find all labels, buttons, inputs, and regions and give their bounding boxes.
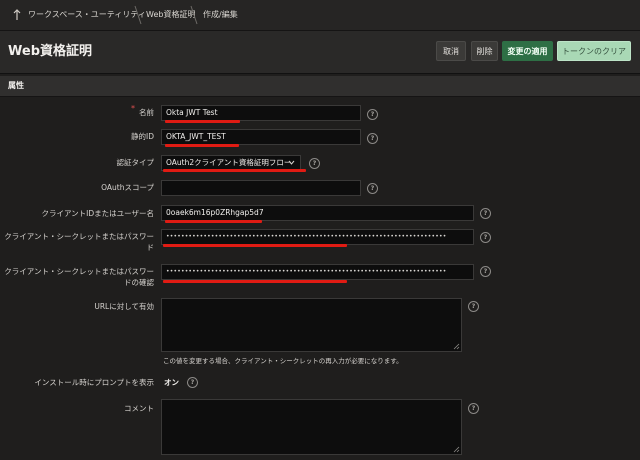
highlight-underline: [163, 280, 347, 283]
help-icon[interactable]: ?: [468, 301, 479, 312]
auth-type-label: 認証タイプ: [116, 158, 155, 167]
auth-type-value: OAuth2クライアント資格証明フロー: [166, 158, 292, 167]
help-icon[interactable]: ?: [480, 208, 491, 219]
help-icon[interactable]: ?: [367, 133, 378, 144]
help-icon[interactable]: ?: [480, 266, 491, 277]
oauth-scope-input[interactable]: [161, 180, 361, 196]
static-id-label: 静的ID: [131, 132, 154, 141]
highlight-underline: [165, 120, 240, 123]
client-secret-confirm-label: クライアント・シークレットまたはパスワードの確認: [4, 267, 154, 287]
prompt-on-install-value[interactable]: オン: [164, 377, 179, 388]
valid-urls-textarea[interactable]: [161, 298, 462, 352]
breadcrumb-create-edit: 作成/編集: [203, 10, 238, 19]
name-input[interactable]: Okta JWT Test: [161, 105, 361, 121]
help-icon[interactable]: ?: [468, 403, 479, 414]
highlight-underline: [165, 144, 239, 147]
client-secret-label: クライアント・シークレットまたはパスワード: [4, 232, 154, 252]
static-id-input[interactable]: OKTA_JWT_TEST: [161, 129, 361, 145]
page-header: Web資格証明 取消 削除 変更の適用 トークンのクリア: [0, 31, 640, 74]
help-icon[interactable]: ?: [367, 183, 378, 194]
page-title: Web資格証明: [8, 44, 92, 59]
cancel-button[interactable]: 取消: [436, 41, 466, 61]
breadcrumb-workspace-utilities[interactable]: ワークスペース・ユーティリティ: [28, 0, 146, 30]
resize-handle-icon[interactable]: [453, 446, 460, 453]
comment-label: コメント: [124, 404, 154, 413]
delete-button[interactable]: 削除: [471, 41, 498, 61]
client-id-input[interactable]: 0oaek6m16p0ZRhgap5d7: [161, 205, 474, 221]
comment-textarea[interactable]: [161, 399, 462, 455]
name-label: 名前: [139, 108, 154, 117]
client-secret-confirm-input[interactable]: ••••••••••••••••••••••••••••••••••••••••…: [161, 264, 474, 280]
client-secret-input[interactable]: ••••••••••••••••••••••••••••••••••••••••…: [161, 229, 474, 245]
client-id-label: クライアントIDまたはユーザー名: [41, 209, 154, 218]
help-icon[interactable]: ?: [309, 158, 320, 169]
valid-urls-note: この値を変更する場合、クライアント・シークレットの再入力が必要になります。: [163, 357, 403, 365]
highlight-underline: [163, 169, 306, 172]
apply-changes-button[interactable]: 変更の適用: [502, 41, 553, 61]
help-icon[interactable]: ?: [187, 377, 198, 388]
valid-urls-label: URLに対して有効: [94, 302, 154, 311]
breadcrumb-separator-icon: [134, 5, 142, 25]
help-icon[interactable]: ?: [480, 232, 491, 243]
attributes-section-header: 属性: [0, 76, 640, 97]
help-icon[interactable]: ?: [367, 109, 378, 120]
prompt-on-install-label: インストール時にプロンプトを表示: [34, 378, 154, 387]
resize-handle-icon[interactable]: [453, 343, 460, 350]
highlight-underline: [165, 220, 262, 223]
chevron-down-icon: [288, 160, 295, 165]
highlight-underline: [163, 244, 347, 247]
breadcrumb: ワークスペース・ユーティリティ Web資格証明 作成/編集: [0, 0, 640, 31]
clear-token-button[interactable]: トークンのクリア: [557, 41, 631, 61]
section-title: 属性: [8, 81, 24, 90]
up-arrow-icon[interactable]: [12, 8, 22, 22]
breadcrumb-separator-icon: [190, 5, 198, 25]
oauth-scope-label: OAuthスコープ: [101, 183, 154, 192]
